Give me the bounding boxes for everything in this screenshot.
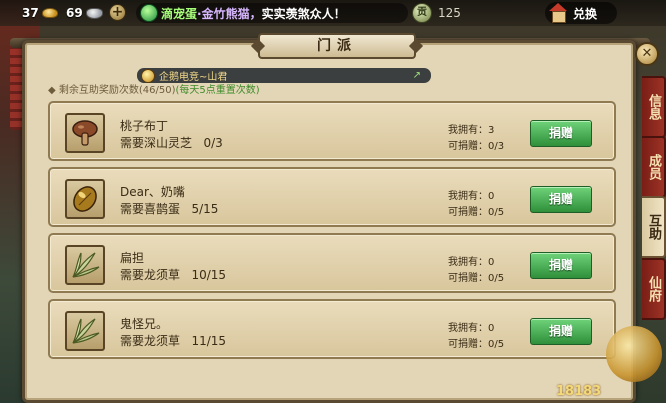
gold-amount: 37 bbox=[22, 6, 39, 20]
exchange-button[interactable]: 兑换 bbox=[545, 2, 617, 24]
donatable-count: 可捐赠：0/5 bbox=[448, 339, 505, 350]
tab-residence[interactable]: 仙府 bbox=[642, 258, 666, 320]
owned-count: 我拥有：0 bbox=[448, 323, 495, 334]
member-name: 桃子布丁 bbox=[120, 119, 169, 133]
resource-bar: 37 69 + 滴宠蛋 ·金竹熊猫， 实实羡煞众人！ 贡 125 兑换 bbox=[0, 0, 666, 26]
owned-count: 我拥有：3 bbox=[448, 125, 495, 136]
tab-mutual-aid[interactable]: 互助 bbox=[642, 196, 666, 258]
donatable-count: 可捐赠：0/5 bbox=[448, 273, 505, 284]
request-need: 需要喜鹊蛋 5/15 bbox=[120, 202, 219, 216]
donate-button[interactable]: 捐赠 bbox=[530, 120, 592, 147]
item-slot[interactable] bbox=[65, 179, 105, 219]
exchange-label: 兑换 bbox=[573, 6, 598, 21]
tab-info[interactable]: 信息 bbox=[642, 76, 666, 138]
egg-icon bbox=[73, 186, 97, 212]
item-slot[interactable] bbox=[65, 113, 105, 153]
tab-label: 信息 bbox=[646, 94, 661, 120]
item-slot[interactable] bbox=[65, 311, 105, 351]
marquee-part-1: 滴宠蛋 bbox=[161, 6, 198, 21]
help-count-line: ◆ 剩余互助奖励次数(46/50)(每天5点重置次数) bbox=[48, 81, 260, 96]
list-item: Dear、奶嘴 需要喜鹊蛋 5/15 我拥有：0 可捐赠：0/5 捐赠 bbox=[48, 167, 616, 227]
help-reset-note: (每天5点重置次数) bbox=[175, 85, 260, 96]
donatable-count: 可捐赠：0/5 bbox=[448, 207, 505, 218]
gold-ingot-icon bbox=[41, 8, 58, 18]
gold-resource: 37 bbox=[22, 6, 58, 20]
request-need: 需要龙须草 11/15 bbox=[120, 334, 227, 348]
silver-resource: 69 bbox=[66, 6, 103, 20]
member-name: 鬼怪兄。 bbox=[120, 317, 169, 331]
silver-ingot-icon bbox=[85, 7, 103, 19]
contribution-resource: 贡 125 bbox=[412, 3, 532, 23]
help-prefix: ◆ 剩余互助奖励次数 bbox=[48, 85, 139, 96]
tab-label: 互助 bbox=[646, 214, 661, 240]
request-need: 需要龙须草 10/15 bbox=[120, 268, 227, 282]
request-need: 需要深山灵芝 0/3 bbox=[120, 136, 223, 150]
owned-count: 我拥有：0 bbox=[448, 257, 495, 268]
mushroom-icon bbox=[72, 120, 98, 146]
shop-house-icon bbox=[547, 3, 569, 23]
announcement-marquee: 滴宠蛋 ·金竹熊猫， 实实羡煞众人！ bbox=[136, 3, 408, 23]
site-logo-emblem bbox=[606, 326, 662, 382]
donate-button[interactable]: 捐赠 bbox=[530, 318, 592, 345]
panel-title: 门派 bbox=[258, 33, 416, 59]
add-currency-button[interactable]: + bbox=[109, 4, 126, 21]
list-item: 桃子布丁 需要深山灵芝 0/3 我拥有：3 可捐赠：0/3 捐赠 bbox=[48, 101, 616, 161]
donate-button[interactable]: 捐赠 bbox=[530, 186, 592, 213]
owned-count: 我拥有：0 bbox=[448, 191, 495, 202]
dragon-grass-icon bbox=[72, 318, 100, 344]
marquee-part-3: 实实羡煞众人！ bbox=[261, 6, 346, 21]
dragon-grass-icon bbox=[72, 252, 100, 278]
list-item: 扁担 需要龙须草 10/15 我拥有：0 可捐赠：0/5 捐赠 bbox=[48, 233, 616, 293]
contribution-amount: 125 bbox=[438, 6, 461, 20]
donate-button[interactable]: 捐赠 bbox=[530, 252, 592, 279]
close-button[interactable]: ✕ bbox=[635, 42, 659, 66]
member-name: Dear、奶嘴 bbox=[120, 185, 185, 199]
item-slot[interactable] bbox=[65, 245, 105, 285]
silver-amount: 69 bbox=[66, 6, 83, 20]
tab-members[interactable]: 成员 bbox=[642, 136, 666, 198]
member-name: 扁担 bbox=[120, 251, 145, 265]
tab-label: 仙府 bbox=[646, 276, 661, 302]
site-watermark: 18183 bbox=[556, 384, 602, 399]
orb-icon bbox=[140, 4, 158, 22]
news-arrow-icon: ↗ bbox=[412, 70, 421, 81]
tab-label: 成员 bbox=[646, 154, 661, 180]
help-count: (46/50) bbox=[138, 85, 176, 96]
donatable-count: 可捐赠：0/3 bbox=[448, 141, 505, 152]
list-item: 鬼怪兄。 需要龙须草 11/15 我拥有：0 可捐赠：0/5 捐赠 bbox=[48, 299, 616, 359]
marquee-part-2: ·金竹熊猫， bbox=[197, 6, 262, 21]
contribution-icon: 贡 bbox=[412, 3, 432, 23]
